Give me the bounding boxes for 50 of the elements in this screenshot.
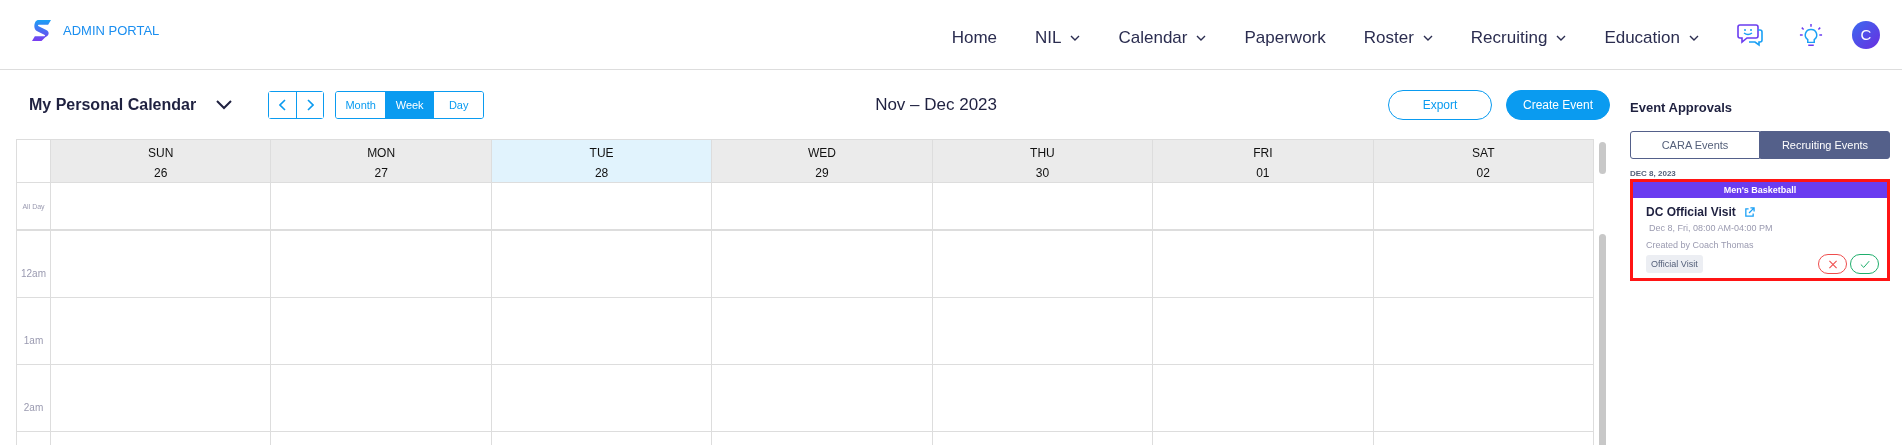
- next-button[interactable]: [296, 91, 324, 118]
- caret-icon: [1422, 34, 1433, 41]
- date-label: DEC 8, 2023: [1630, 169, 1677, 178]
- panel-title: Event Approvals: [1630, 100, 1734, 115]
- hour-label: 2am: [23, 402, 44, 413]
- hour-label: 1am: [23, 335, 44, 346]
- team-banner: Men's Basketball: [1633, 182, 1887, 198]
- approve-button[interactable]: [1850, 254, 1879, 274]
- chevron-left-icon: [278, 98, 287, 111]
- day-header: TUE 28: [491, 140, 713, 182]
- nav-link[interactable]: Home: [951, 27, 997, 48]
- day-header: MON 27: [271, 140, 492, 182]
- calendar-select[interactable]: My Personal Calendar: [16, 95, 233, 114]
- event-tag: Official Visit: [1646, 255, 1703, 273]
- lightbulb-icon[interactable]: [1798, 22, 1824, 47]
- user-avatar[interactable]: C: [1852, 20, 1880, 49]
- nav-link[interactable]: Education: [1604, 27, 1699, 48]
- logo-icon: [32, 20, 51, 41]
- caret-icon: [1556, 34, 1567, 41]
- day-header: SUN 26: [51, 140, 272, 182]
- scrollbar[interactable]: [1598, 142, 1606, 174]
- day-header: SAT 02: [1373, 140, 1594, 182]
- nav-link[interactable]: Roster: [1363, 27, 1433, 48]
- day-header: THU 30: [932, 140, 1154, 182]
- event-creator: Created by Coach Thomas: [1646, 240, 1755, 250]
- event-tab[interactable]: CARA Events: [1630, 131, 1760, 159]
- event-card[interactable]: Men's Basketball DC Official Visit Dec 8, Fri, 08:00 AM-04:00 PM Created by Coach Thomas Official Visit: [1630, 179, 1890, 281]
- nav-link[interactable]: Paperwork: [1244, 27, 1326, 48]
- chat-icon[interactable]: [1737, 22, 1763, 47]
- nav-link[interactable]: Calendar: [1118, 27, 1207, 48]
- checkmark-icon: [1859, 259, 1870, 269]
- close-icon: [1827, 259, 1838, 269]
- caret-icon: [1070, 34, 1081, 41]
- event-tab[interactable]: Recruiting Events: [1760, 131, 1890, 159]
- scrollbar[interactable]: [1598, 234, 1606, 445]
- hour-label: 12am: [21, 268, 46, 279]
- external-link-icon[interactable]: [1743, 206, 1755, 218]
- day-header: WED 29: [712, 140, 933, 182]
- event-time: Dec 8, Fri, 08:00 AM-04:00 PM: [1649, 223, 1774, 233]
- day-header: FRI 01: [1153, 140, 1374, 182]
- date-range: Nov – Dec 2023: [874, 94, 999, 115]
- chevron-right-icon: [306, 98, 315, 111]
- caret-icon: [1689, 34, 1699, 41]
- event-title: DC Official Visit: [1646, 205, 1736, 219]
- logo-text: ADMIN PORTAL: [63, 23, 160, 38]
- reject-button[interactable]: [1818, 254, 1847, 274]
- caret-icon: [1196, 34, 1207, 41]
- chevron-down-icon: [216, 99, 233, 110]
- nav-link[interactable]: Recruiting: [1470, 27, 1567, 48]
- nav-link[interactable]: NIL: [1035, 27, 1081, 48]
